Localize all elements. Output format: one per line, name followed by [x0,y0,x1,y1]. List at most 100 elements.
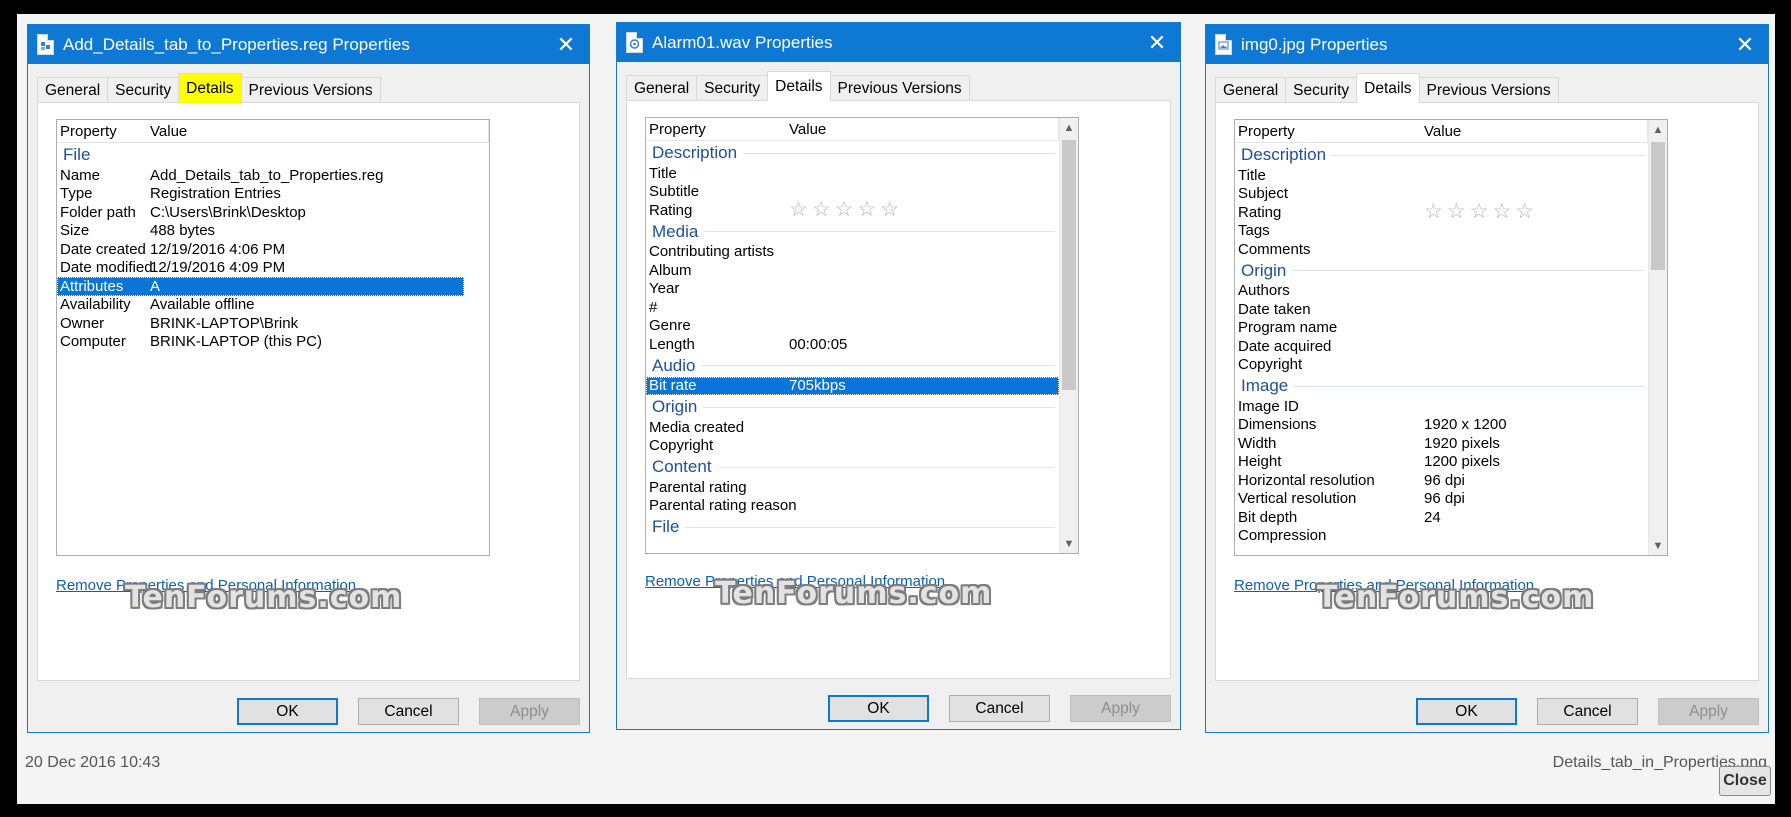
tab-general[interactable]: General [1215,77,1287,103]
property-row[interactable]: Dimensions 1920 x 1200 [1235,416,1648,435]
cancel-button[interactable]: Cancel [358,698,459,725]
close-icon[interactable]: ✕ [543,25,589,64]
tab-previous-versions[interactable]: Previous Versions [1418,77,1559,103]
details-list[interactable]: Property Value Description Title Subject Ra… [1234,119,1668,556]
tab-details[interactable]: Details [767,71,831,101]
property-row[interactable]: Folder path C:\Users\Brink\Desktop [57,203,464,222]
tab-details[interactable]: Details [1356,73,1420,103]
dialog-title: Alarm01.wav Properties [652,32,833,52]
close-button[interactable]: Close [1719,766,1771,796]
property-row[interactable]: Album [646,261,1059,280]
ok-button[interactable]: OK [237,698,338,725]
apply-button[interactable]: Apply [1070,695,1171,722]
column-header-value[interactable]: Value [1421,120,1648,143]
property-row[interactable]: Date taken [1235,300,1648,319]
ok-button[interactable]: OK [828,695,929,722]
cancel-button[interactable]: Cancel [949,695,1050,722]
property-row[interactable]: Contributing artists [646,243,1059,262]
tab-security[interactable]: Security [1285,77,1358,103]
list-header: Property Value [646,118,1059,141]
property-row[interactable]: Program name [1235,319,1648,338]
scroll-up-icon[interactable]: ▲ [1649,120,1667,139]
property-row[interactable]: Availability Available offline [57,296,464,315]
group-divider [685,526,1055,528]
property-value: 705kbps [789,377,846,395]
property-row[interactable]: Parental rating reason [646,497,1059,516]
tab-previous-versions[interactable]: Previous Versions [240,77,381,103]
scroll-down-icon[interactable]: ▼ [1060,534,1078,553]
property-row[interactable]: # [646,298,1059,317]
ok-button[interactable]: OK [1416,698,1517,725]
tab-security[interactable]: Security [696,75,769,101]
property-row[interactable]: Computer BRINK-LAPTOP (this PC) [57,333,464,352]
title-bar[interactable]: img0.jpg Properties ✕ [1206,25,1768,64]
property-row[interactable]: Copyright [646,437,1059,456]
property-row[interactable]: Vertical resolution 96 dpi [1235,490,1648,509]
rating-stars[interactable]: ☆☆☆☆☆ [786,199,1059,220]
scroll-down-icon[interactable]: ▼ [1649,536,1667,555]
rating-stars[interactable]: ☆☆☆☆☆ [1421,201,1648,222]
tab-general[interactable]: General [626,75,698,101]
property-name: Rating [649,201,693,219]
tab-security[interactable]: Security [107,77,180,103]
property-row[interactable]: Parental rating [646,478,1059,497]
tab-details[interactable]: Details [178,73,242,103]
property-row[interactable]: Height 1200 pixels [1235,453,1648,472]
property-row[interactable]: Horizontal resolution 96 dpi [1235,471,1648,490]
scroll-thumb[interactable] [1062,140,1076,390]
property-row[interactable]: Date acquired [1235,337,1648,356]
close-icon[interactable]: ✕ [1722,25,1768,64]
property-row[interactable]: Width 1920 pixels [1235,434,1648,453]
property-row[interactable]: Date created 12/19/2016 4:06 PM [57,240,464,259]
property-row[interactable]: Size 488 bytes [57,222,464,241]
title-bar[interactable]: Alarm01.wav Properties ✕ [617,23,1180,62]
property-row[interactable]: Copyright [1235,356,1648,375]
apply-button[interactable]: Apply [1658,698,1759,725]
group-header: Origin [1235,260,1648,282]
property-name: Subtitle [649,183,700,201]
property-row[interactable]: Bit depth 24 [1235,508,1648,527]
details-list[interactable]: Property Value Description Title Subtitle R… [645,117,1079,554]
scroll-up-icon[interactable]: ▲ [1060,118,1078,137]
image-file-icon [1215,34,1232,55]
column-header-property[interactable]: Property [1235,123,1421,140]
property-name: Compression [1238,527,1327,545]
tab-general[interactable]: General [37,77,109,103]
property-row[interactable]: Year [646,280,1059,299]
cancel-button[interactable]: Cancel [1537,698,1638,725]
tab-previous-versions[interactable]: Previous Versions [829,75,970,101]
property-row[interactable]: Image ID [1235,397,1648,416]
property-row[interactable]: Title [646,164,1059,183]
details-list[interactable]: Property Value File Name Add_Details_tab_t… [56,119,490,556]
property-row[interactable]: Date modified 12/19/2016 4:09 PM [57,259,464,278]
property-row[interactable]: Rating ☆☆☆☆☆ [646,199,1059,220]
property-row[interactable]: Owner BRINK-LAPTOP\Brink [57,314,464,333]
property-row[interactable]: Authors [1235,282,1648,301]
title-bar[interactable]: Add_Details_tab_to_Properties.reg Proper… [28,25,589,64]
column-header-value[interactable]: Value [147,120,489,143]
property-name: Image ID [1238,397,1299,415]
property-row[interactable]: Media created [646,418,1059,437]
property-row[interactable]: Bit rate 705kbps [646,376,1059,395]
group-label: File [63,145,91,164]
property-row[interactable]: Genre [646,317,1059,336]
apply-button[interactable]: Apply [479,698,580,725]
close-icon[interactable]: ✕ [1134,23,1180,62]
property-row[interactable]: Rating ☆☆☆☆☆ [1235,201,1648,222]
column-header-property[interactable]: Property [57,123,147,140]
property-name: Type [60,185,93,203]
property-row[interactable]: Comments [1235,240,1648,259]
vertical-scrollbar[interactable]: ▲ ▼ [1648,120,1667,555]
property-row[interactable]: Length 00:00:05 [646,335,1059,354]
property-row[interactable]: Tags [1235,222,1648,241]
property-row[interactable]: Compression [1235,527,1648,546]
group-divider [1294,385,1644,387]
property-row[interactable]: Name Add_Details_tab_to_Properties.reg [57,166,464,185]
column-header-property[interactable]: Property [646,121,786,138]
column-header-value[interactable]: Value [786,118,1059,141]
property-row[interactable]: Attributes A [57,277,464,296]
scroll-thumb[interactable] [1651,142,1665,270]
vertical-scrollbar[interactable]: ▲ ▼ [1059,118,1078,553]
property-row[interactable]: Type Registration Entries [57,185,464,204]
property-row[interactable]: Title [1235,166,1648,185]
